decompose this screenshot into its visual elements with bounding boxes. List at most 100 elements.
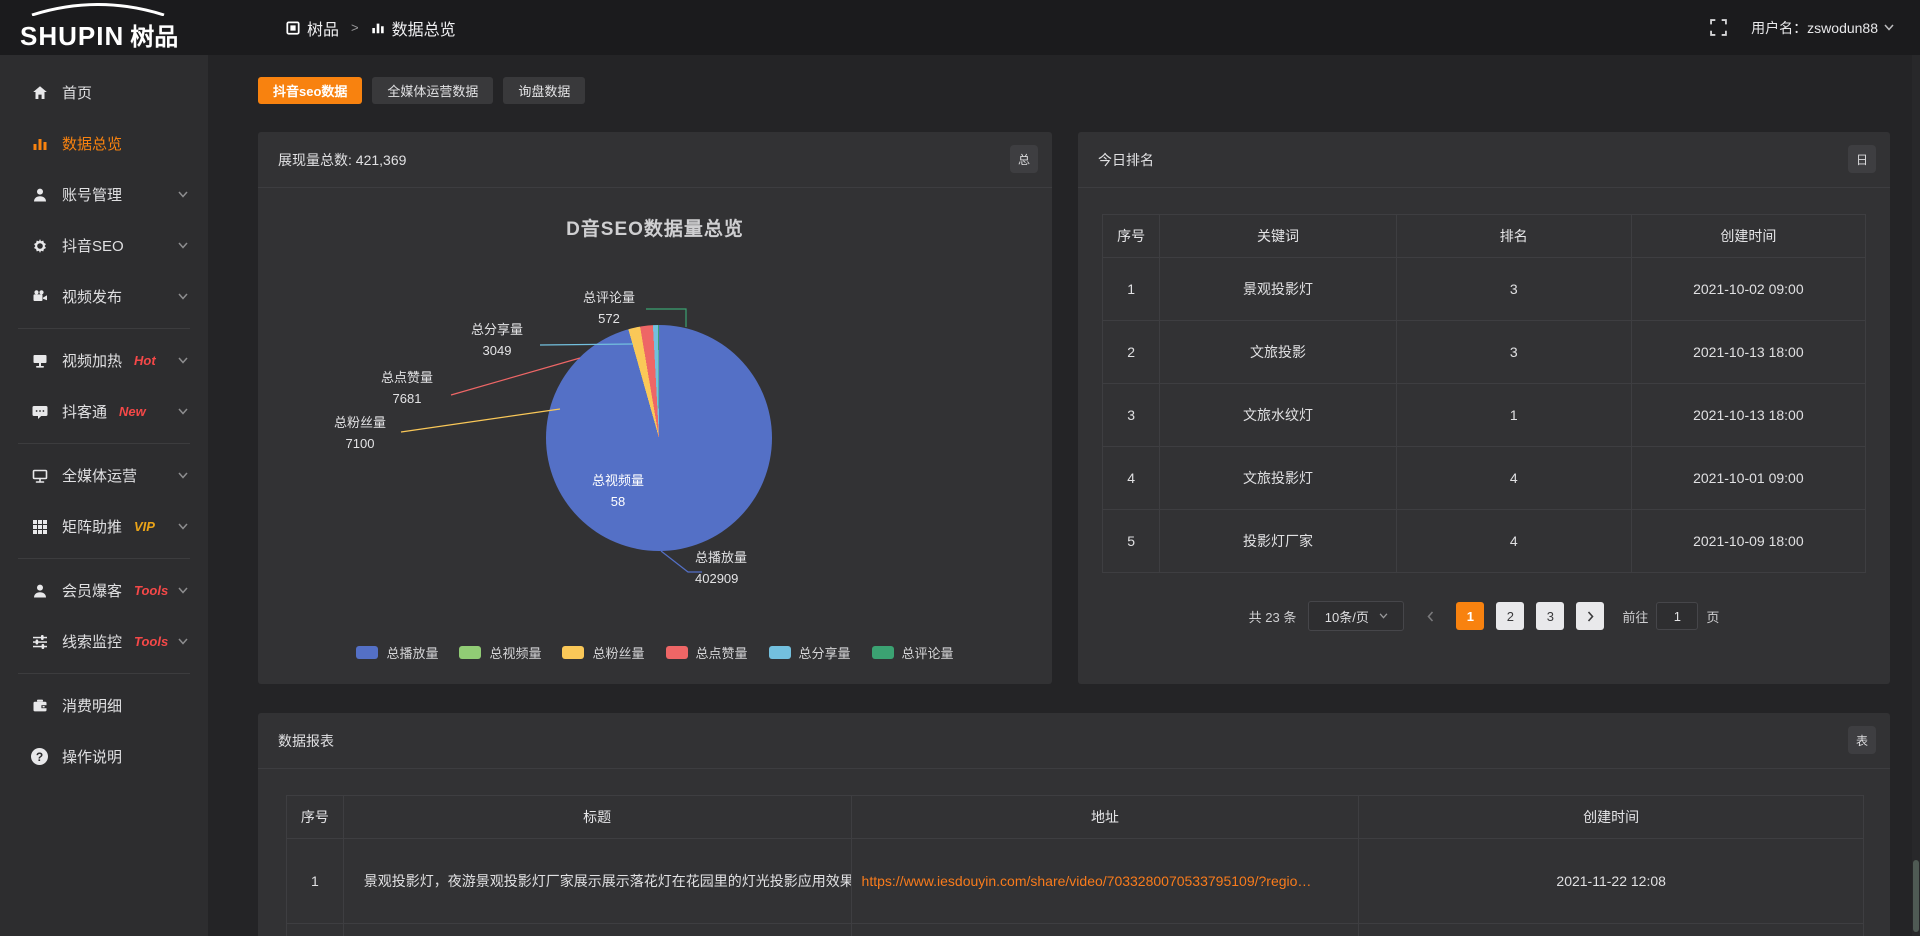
next-page-button[interactable] xyxy=(1576,602,1604,630)
sidebar-divider xyxy=(18,443,190,444)
pie-chart: D音SEO数据量总览 总评论量572 总分享量3049 总点赞量7681 xyxy=(258,188,1052,684)
top-header: SHUPIN 树品 树品 > 数据总览 用户名：zswodun88 xyxy=(0,0,1920,55)
sidebar-item-video-publish[interactable]: 视频发布 xyxy=(0,271,208,322)
legend-item-likes[interactable]: 总点赞量 xyxy=(666,643,748,662)
fullscreen-icon[interactable] xyxy=(1710,19,1727,36)
report-panel-header: 数据报表 xyxy=(258,713,1890,769)
page-button-1[interactable]: 1 xyxy=(1456,602,1484,630)
pie-callout-fans: 总粉丝量7100 xyxy=(317,412,403,454)
sliders-icon xyxy=(30,634,49,650)
total-count-label: 共 23 条 xyxy=(1249,607,1297,626)
sidebar-item-help[interactable]: ? 操作说明 xyxy=(0,731,208,782)
ranking-panel: 今日排名 日 序号 关键词 排名 创建时间 xyxy=(1078,132,1890,684)
monitor-icon xyxy=(30,468,49,484)
table-badge-button[interactable]: 表 xyxy=(1848,726,1876,754)
sidebar-item-label: 会员爆客 xyxy=(62,580,122,601)
sidebar-item-account[interactable]: 账号管理 xyxy=(0,169,208,220)
pie-callout-shares: 总分享量3049 xyxy=(454,319,540,361)
sidebar-item-media-operation[interactable]: 全媒体运营 xyxy=(0,450,208,501)
sidebar-item-douketong[interactable]: 抖客通 New xyxy=(0,386,208,437)
user-menu[interactable]: 用户名：zswodun88 xyxy=(1751,18,1894,38)
user-icon xyxy=(30,187,49,203)
tab-douyin-seo-data[interactable]: 抖音seo数据 xyxy=(258,77,362,104)
chevron-down-icon xyxy=(178,587,188,594)
breadcrumb-item-home[interactable]: 树品 xyxy=(286,16,339,40)
legend-item-plays[interactable]: 总播放量 xyxy=(356,643,438,662)
sidebar-item-matrix-boost[interactable]: 矩阵助推 VIP xyxy=(0,501,208,552)
sidebar-item-label: 线索监控 xyxy=(62,631,122,652)
legend-swatch xyxy=(459,646,481,659)
table-row[interactable]: 1景观投影灯32021-10-02 09:00 xyxy=(1103,258,1866,321)
sidebar-item-video-heat[interactable]: 视频加热 Hot xyxy=(0,335,208,386)
page-size-select[interactable]: 10条/页 xyxy=(1308,601,1404,631)
sidebar-item-clue-monitor[interactable]: 线索监控 Tools xyxy=(0,616,208,667)
legend-item-comments[interactable]: 总评论量 xyxy=(872,643,954,662)
legend-item-shares[interactable]: 总分享量 xyxy=(769,643,851,662)
page-scrollbar[interactable] xyxy=(1912,55,1920,936)
day-badge-button[interactable]: 日 xyxy=(1848,145,1876,173)
tab-media-operation-data[interactable]: 全媒体运营数据 xyxy=(372,77,493,104)
bar-chart-icon xyxy=(30,136,49,152)
col-title: 标题 xyxy=(343,796,851,839)
data-tabs: 抖音seo数据 全媒体运营数据 询盘数据 xyxy=(258,77,1890,104)
overview-panel: 展现量总数: 421,369 总 D音SEO数据量总览 总评论量572 总分享 xyxy=(258,132,1052,684)
table-row[interactable]: 3文旅水纹灯12021-10-13 18:00 xyxy=(1103,384,1866,447)
hot-badge: Hot xyxy=(134,353,156,368)
chevron-down-icon xyxy=(178,293,188,300)
table-row[interactable]: 2文旅投影32021-10-13 18:00 xyxy=(1103,321,1866,384)
goto-prefix-label: 前往 xyxy=(1622,607,1648,626)
table-row[interactable]: 1 景观投影灯，夜游景观投影灯厂家展示展示落花灯在花园里的灯光投影应用效果 # … xyxy=(287,839,1864,924)
ranking-panel-header: 今日排名 xyxy=(1078,132,1890,188)
legend-swatch xyxy=(562,646,584,659)
briefcase-icon xyxy=(30,698,49,714)
sidebar-item-member-burst[interactable]: 会员爆客 Tools xyxy=(0,565,208,616)
chart-legend: 总播放量 总视频量 总粉丝量 总点赞量 总分享量 总评论量 xyxy=(258,643,1052,662)
legend-swatch xyxy=(666,646,688,659)
sidebar-item-douyin-seo[interactable]: 抖音SEO xyxy=(0,220,208,271)
sidebar-item-label: 账号管理 xyxy=(62,184,122,205)
chevron-down-icon xyxy=(178,191,188,198)
legend-item-videos[interactable]: 总视频量 xyxy=(459,643,541,662)
page-button-3[interactable]: 3 xyxy=(1536,602,1564,630)
report-title: 数据报表 xyxy=(278,731,334,751)
sidebar-item-label: 全媒体运营 xyxy=(62,465,137,486)
legend-swatch xyxy=(872,646,894,659)
sidebar-divider xyxy=(18,673,190,674)
video-link[interactable]: https://www.iesdouyin.com/share/video/70… xyxy=(851,839,1359,924)
impressions-total: 展现量总数: 421,369 xyxy=(278,150,406,170)
member-icon xyxy=(30,583,49,599)
chevron-down-icon xyxy=(1884,24,1894,31)
sidebar-item-home[interactable]: 首页 xyxy=(0,67,208,118)
prev-page-button[interactable] xyxy=(1416,602,1444,630)
goto-page-input[interactable] xyxy=(1656,602,1698,630)
main-content: 抖音seo数据 全媒体运营数据 询盘数据 展现量总数: 421,369 总 D音… xyxy=(208,55,1920,936)
ranking-table: 序号 关键词 排名 创建时间 1景观投影灯32021-10-02 09:00 2… xyxy=(1102,214,1866,573)
legend-item-fans[interactable]: 总粉丝量 xyxy=(562,643,644,662)
sidebar-item-label: 首页 xyxy=(62,82,92,103)
tab-inquiry-data[interactable]: 询盘数据 xyxy=(503,77,585,104)
col-url: 地址 xyxy=(851,796,1359,839)
screen-icon xyxy=(30,353,49,369)
sidebar-item-consumption-detail[interactable]: 消费明细 xyxy=(0,680,208,731)
chevron-left-icon xyxy=(1427,611,1434,622)
breadcrumb-label: 数据总览 xyxy=(392,16,456,40)
sidebar-item-data-overview[interactable]: 数据总览 xyxy=(0,118,208,169)
bar-chart-icon xyxy=(371,21,385,35)
breadcrumb-separator: > xyxy=(351,20,359,35)
sidebar-item-label: 数据总览 xyxy=(62,133,122,154)
app-square-icon xyxy=(286,21,300,35)
chevron-down-icon xyxy=(178,408,188,415)
breadcrumb-item-current[interactable]: 数据总览 xyxy=(371,16,456,40)
home-icon xyxy=(30,85,49,101)
new-badge: New xyxy=(119,404,146,419)
grid-icon xyxy=(30,519,49,535)
table-row[interactable]: 5投影灯厂家42021-10-09 18:00 xyxy=(1103,510,1866,573)
table-row[interactable] xyxy=(287,924,1864,936)
chevron-down-icon xyxy=(1379,613,1388,619)
chevron-down-icon xyxy=(178,357,188,364)
page-button-2[interactable]: 2 xyxy=(1496,602,1524,630)
sidebar: 首页 数据总览 账号管理 抖音SEO 视频发布 视频加热 Hot 抖客通 New… xyxy=(0,55,208,936)
table-row[interactable]: 4文旅投影灯42021-10-01 09:00 xyxy=(1103,447,1866,510)
total-badge-button[interactable]: 总 xyxy=(1010,145,1038,173)
scrollbar-thumb[interactable] xyxy=(1913,860,1919,932)
